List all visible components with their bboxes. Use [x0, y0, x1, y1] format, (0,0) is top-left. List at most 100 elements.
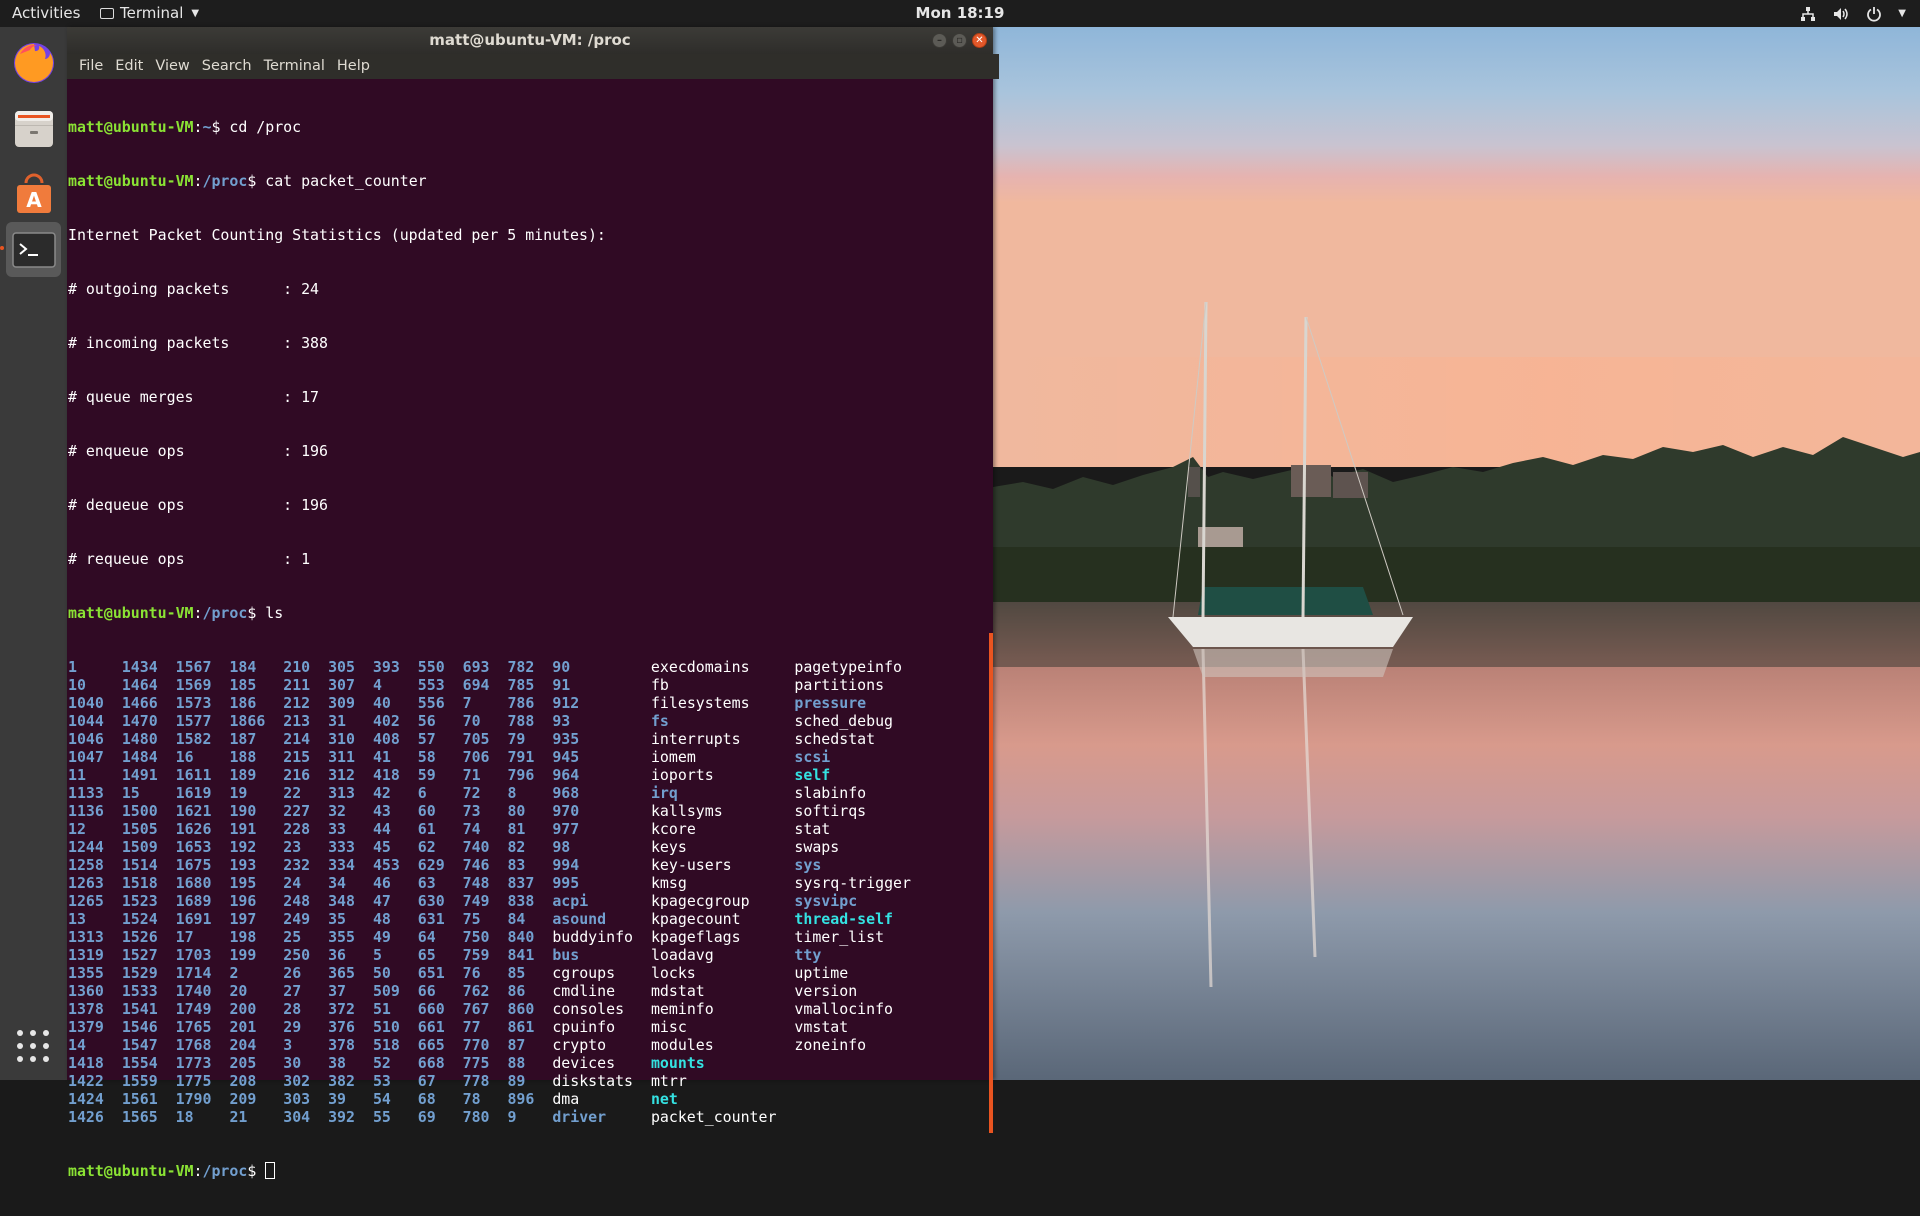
ls-entry: 63 [417, 874, 436, 892]
firefox-icon[interactable] [6, 35, 61, 90]
ls-entry: 313 [328, 784, 355, 802]
ls-entry: 1749 [175, 1000, 212, 1018]
ls-entry: 841 [507, 946, 535, 964]
prompt-path: /proc [202, 172, 248, 190]
ls-entry: 1263 [68, 874, 104, 892]
scrollbar[interactable] [989, 633, 993, 1133]
maximize-button[interactable]: ▫ [952, 33, 967, 48]
ls-entry: 1509 [121, 838, 158, 856]
close-button[interactable]: ✕ [972, 33, 987, 48]
ls-entry: 1541 [121, 1000, 158, 1018]
ls-entry: 36 [328, 946, 347, 964]
stat-label: # requeue ops : [68, 550, 293, 568]
ls-entry: 34 [328, 874, 347, 892]
menu-terminal[interactable]: Terminal [258, 54, 331, 79]
terminal-line: matt@ubuntu-VM:/proc$ [68, 1162, 911, 1180]
ls-entry: 49 [372, 928, 391, 946]
volume-icon[interactable] [1832, 6, 1850, 22]
ls-entry: dma [552, 1090, 580, 1108]
menu-edit[interactable]: Edit [109, 54, 149, 79]
ls-entry: acpi [552, 892, 589, 910]
app-menu[interactable]: Terminal ▼ [100, 0, 199, 27]
ls-entry: bus [552, 946, 580, 964]
ls-entry: 211 [283, 676, 311, 694]
ls-entry: 54 [372, 1090, 391, 1108]
files-icon[interactable] [6, 101, 61, 156]
ls-entry: 970 [552, 802, 580, 820]
ls-entry: 661 [417, 1018, 445, 1036]
ls-entry: 81 [507, 820, 526, 838]
ls-entry: filesystems [650, 694, 750, 712]
ls-entry: 376 [328, 1018, 355, 1036]
ls-entry: 192 [229, 838, 257, 856]
menu-file[interactable]: File [73, 54, 109, 79]
menu-view[interactable]: View [149, 54, 195, 79]
ls-entry: timer_list [794, 928, 885, 946]
menu-search[interactable]: Search [196, 54, 258, 79]
stat-line: # queue merges : 17 [68, 388, 911, 406]
ls-entry: 762 [462, 982, 490, 1000]
app-menu-label: Terminal [120, 4, 184, 22]
ls-entry: 52 [372, 1054, 391, 1072]
top-bar: Activities Terminal ▼ Mon 18:19 ▼ [0, 0, 1920, 27]
ls-entry: 44 [372, 820, 391, 838]
ls-entry: cpuinfo [552, 1018, 616, 1036]
ls-entry: 1319 [68, 946, 104, 964]
minimize-button[interactable]: – [932, 33, 947, 48]
terminal-output[interactable]: matt@ubuntu-VM:~$ cd /proc matt@ubuntu-V… [68, 80, 993, 1180]
desktop-wallpaper [993, 27, 1920, 1080]
ls-entry: 7 [462, 694, 472, 712]
ls-entry: 1526 [121, 928, 158, 946]
ls-entry: 1418 [68, 1054, 104, 1072]
svg-text:A: A [26, 188, 42, 212]
menu-help[interactable]: Help [331, 54, 376, 79]
ls-entry: 791 [507, 748, 535, 766]
ls-entry: kpagecount [650, 910, 741, 928]
system-tray[interactable]: ▼ [1800, 0, 1906, 27]
ls-entry: keys [650, 838, 687, 856]
show-applications-icon[interactable] [16, 1029, 50, 1067]
ls-entry: 1577 [175, 712, 212, 730]
software-icon[interactable]: A [6, 167, 61, 222]
ls-entry: 19 [229, 784, 248, 802]
ls-entry: 1514 [121, 856, 158, 874]
network-icon[interactable] [1800, 6, 1816, 22]
prompt-user: matt@ubuntu-VM [68, 172, 194, 190]
ls-entry: 307 [328, 676, 355, 694]
ls-entry: 860 [507, 1000, 535, 1018]
ls-entry: 1464 [121, 676, 158, 694]
ls-entry: 1360 [68, 982, 104, 1000]
clock[interactable]: Mon 18:19 [916, 0, 1005, 27]
ls-entry: 16 [175, 748, 194, 766]
power-icon[interactable] [1866, 6, 1882, 22]
terminal-icon[interactable] [0, 222, 61, 277]
ls-entry: irq [650, 784, 678, 802]
ls-entry: 4 [372, 676, 382, 694]
ls-entry: 85 [507, 964, 526, 982]
ls-entry: 392 [328, 1108, 355, 1126]
terminal-window[interactable]: matt@ubuntu-VM: /proc – ▫ ✕ File Edit Vi… [67, 27, 999, 1180]
ls-entry: 214 [283, 730, 311, 748]
activities-button[interactable]: Activities [12, 0, 80, 27]
chevron-down-icon[interactable]: ▼ [1898, 0, 1906, 27]
ls-entry: 767 [462, 1000, 490, 1018]
window-titlebar[interactable]: matt@ubuntu-VM: /proc – ▫ ✕ [67, 27, 993, 54]
ls-entry: 59 [417, 766, 436, 784]
ls-entry: 198 [229, 928, 257, 946]
ls-entry: 89 [507, 1072, 526, 1090]
ls-entry: 87 [507, 1036, 526, 1054]
ls-entry: 74 [462, 820, 481, 838]
ls-entry: 1653 [175, 838, 212, 856]
ls-entry: meminfo [650, 1000, 714, 1018]
ls-entry: 706 [462, 748, 490, 766]
ls-entry: 1523 [121, 892, 158, 910]
ls-entry: 1133 [68, 784, 104, 802]
ls-entry: 195 [229, 874, 257, 892]
ls-entry: 838 [507, 892, 535, 910]
stat-value: 388 [301, 334, 328, 352]
ls-entry: 785 [507, 676, 535, 694]
ls-entry: 212 [283, 694, 311, 712]
ls-entry: key-users [650, 856, 732, 874]
ls-entry: 232 [283, 856, 311, 874]
ls-entry: cmdline [552, 982, 616, 1000]
